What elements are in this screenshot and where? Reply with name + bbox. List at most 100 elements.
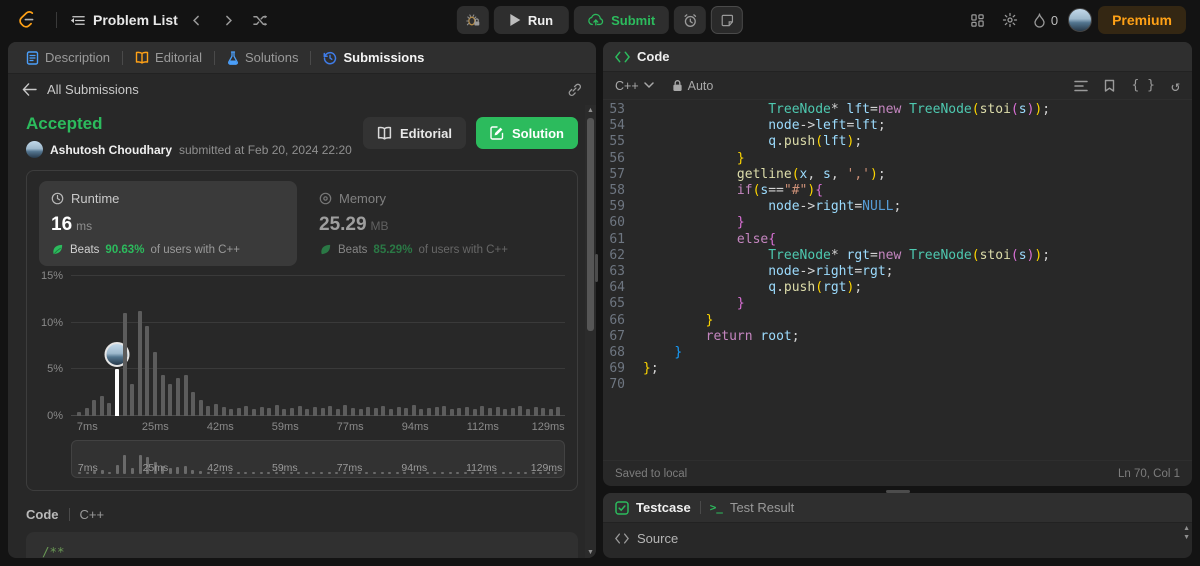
author-name[interactable]: Ashutosh Choudhary (50, 143, 172, 157)
scroll-up-arrow[interactable]: ▲ (585, 105, 596, 116)
distribution-bar[interactable] (510, 407, 515, 416)
streak-counter[interactable]: 0 (1033, 13, 1058, 28)
testcase-scrollbar[interactable]: ▲ ▼ (1183, 525, 1190, 542)
distribution-bar[interactable] (457, 407, 462, 416)
code-line[interactable]: 63 node->right=rgt; (603, 264, 1192, 280)
distribution-bar[interactable] (419, 408, 424, 416)
copy-link-icon[interactable] (567, 82, 582, 97)
current-runtime-bar[interactable] (104, 342, 130, 416)
solution-button[interactable]: Solution (476, 117, 578, 149)
submitted-code-preview[interactable]: /** (26, 532, 578, 558)
distribution-bar[interactable] (350, 407, 355, 416)
scrollbar-thumb[interactable] (587, 118, 594, 331)
tab-editorial[interactable]: Editorial (127, 42, 210, 73)
distribution-bar[interactable] (244, 405, 249, 416)
distribution-bar[interactable] (358, 408, 363, 416)
tab-testcase[interactable]: Testcase (615, 500, 691, 515)
language-select[interactable]: C++ (615, 79, 654, 93)
code-line[interactable]: 55 q.push(lft); (603, 134, 1192, 150)
distribution-bar[interactable] (427, 407, 432, 416)
distribution-bar[interactable] (548, 408, 553, 416)
debugger-button[interactable] (456, 6, 489, 34)
distribution-bar[interactable] (236, 407, 241, 416)
distribution-bar[interactable] (480, 405, 485, 416)
testcase-scroll-down[interactable]: ▼ (1183, 534, 1190, 542)
editor-testcase-resize-handle[interactable] (885, 490, 910, 493)
distribution-bar[interactable] (556, 406, 561, 416)
distribution-bar[interactable] (320, 407, 325, 416)
distribution-bar[interactable] (145, 326, 150, 416)
run-button[interactable]: Run (493, 6, 570, 34)
distribution-bar[interactable] (160, 374, 165, 416)
distribution-bar[interactable] (175, 377, 180, 416)
distribution-bar[interactable] (411, 404, 416, 416)
distribution-bar[interactable] (472, 408, 477, 416)
distribution-bar[interactable] (92, 400, 97, 416)
timer-button[interactable] (674, 6, 707, 34)
distribution-bar[interactable] (449, 408, 454, 416)
leetcode-logo[interactable] (14, 7, 42, 33)
distribution-bar[interactable] (312, 406, 317, 416)
next-problem-button[interactable] (216, 7, 242, 33)
distribution-bar[interactable] (328, 405, 333, 416)
reset-code-button[interactable]: ↺ (1171, 77, 1180, 95)
all-submissions-label[interactable]: All Submissions (47, 82, 139, 97)
premium-button[interactable]: Premium (1098, 6, 1186, 34)
tab-solutions[interactable]: Solutions (219, 42, 306, 73)
distribution-bar[interactable] (465, 406, 470, 416)
code-line[interactable]: 67 return root; (603, 329, 1192, 345)
distribution-bar[interactable] (442, 405, 447, 416)
back-arrow-icon[interactable] (22, 82, 37, 96)
distribution-bar[interactable] (99, 396, 104, 416)
distribution-bar[interactable] (274, 404, 279, 416)
distribution-bar[interactable] (229, 408, 234, 416)
code-line[interactable]: 65 } (603, 296, 1192, 312)
code-line[interactable]: 62 TreeNode* rgt=new TreeNode(stoi(s)); (603, 248, 1192, 264)
distribution-bar[interactable] (373, 407, 378, 416)
distribution-bar[interactable] (259, 406, 264, 416)
chart-range-brush[interactable]: 7ms 25ms 42ms 59ms 77ms 94ms 112ms 129ms (71, 440, 565, 478)
editorial-button[interactable]: Editorial (362, 117, 466, 149)
distribution-bar[interactable] (366, 406, 371, 416)
random-problem-button[interactable] (248, 7, 274, 33)
distribution-bar[interactable] (525, 408, 530, 416)
tab-submissions[interactable]: Submissions (315, 42, 432, 73)
distribution-bar[interactable] (297, 405, 302, 416)
code-line[interactable]: 59 node->right=NULL; (603, 199, 1192, 215)
distribution-bar[interactable] (183, 374, 188, 416)
distribution-bar[interactable] (206, 405, 211, 416)
runtime-stat-card[interactable]: Runtime 16 ms Beats 90.63% of users with … (39, 181, 297, 266)
distribution-bar[interactable] (533, 406, 538, 416)
code-editor[interactable]: 53 TreeNode* lft=new TreeNode(stoi(s)); 5… (603, 100, 1192, 460)
snippets-button[interactable]: { } (1131, 78, 1154, 93)
problem-list-button[interactable]: Problem List (71, 12, 178, 28)
distribution-bar[interactable] (153, 351, 158, 416)
distribution-bar[interactable] (518, 405, 523, 416)
panel-resize-handle[interactable] (595, 254, 598, 282)
distribution-bar[interactable] (191, 391, 196, 416)
notes-button[interactable] (711, 6, 744, 34)
distribution-bar[interactable] (381, 405, 386, 416)
distribution-bar[interactable] (404, 407, 409, 416)
distribution-bar[interactable] (84, 407, 89, 416)
author-avatar[interactable] (26, 141, 43, 158)
cursor-position[interactable]: Ln 70, Col 1 (1118, 468, 1180, 480)
distribution-bar[interactable] (305, 408, 310, 416)
tab-description[interactable]: Description (18, 42, 118, 73)
distribution-bar[interactable] (130, 384, 135, 416)
code-line[interactable]: 60 } (603, 215, 1192, 231)
testcase-scroll-up[interactable]: ▲ (1183, 525, 1190, 533)
code-line[interactable]: 69}; (603, 361, 1192, 377)
memory-stat-card[interactable]: Memory 25.29 MB Beats 85.29% of users wit… (307, 181, 565, 266)
distribution-bar[interactable] (434, 406, 439, 416)
code-line[interactable]: 53 TreeNode* lft=new TreeNode(stoi(s)); (603, 102, 1192, 118)
code-line[interactable]: 64 q.push(rgt); (603, 280, 1192, 296)
format-code-button[interactable] (1074, 80, 1089, 92)
apps-grid-button[interactable] (965, 7, 991, 33)
code-line[interactable]: 58 if(s=="#"){ (603, 183, 1192, 199)
distribution-bar[interactable] (252, 408, 257, 416)
distribution-bar[interactable] (168, 384, 173, 416)
code-line[interactable]: 57 getline(x, s, ','); (603, 167, 1192, 183)
prev-problem-button[interactable] (184, 7, 210, 33)
user-avatar[interactable] (1068, 8, 1093, 32)
